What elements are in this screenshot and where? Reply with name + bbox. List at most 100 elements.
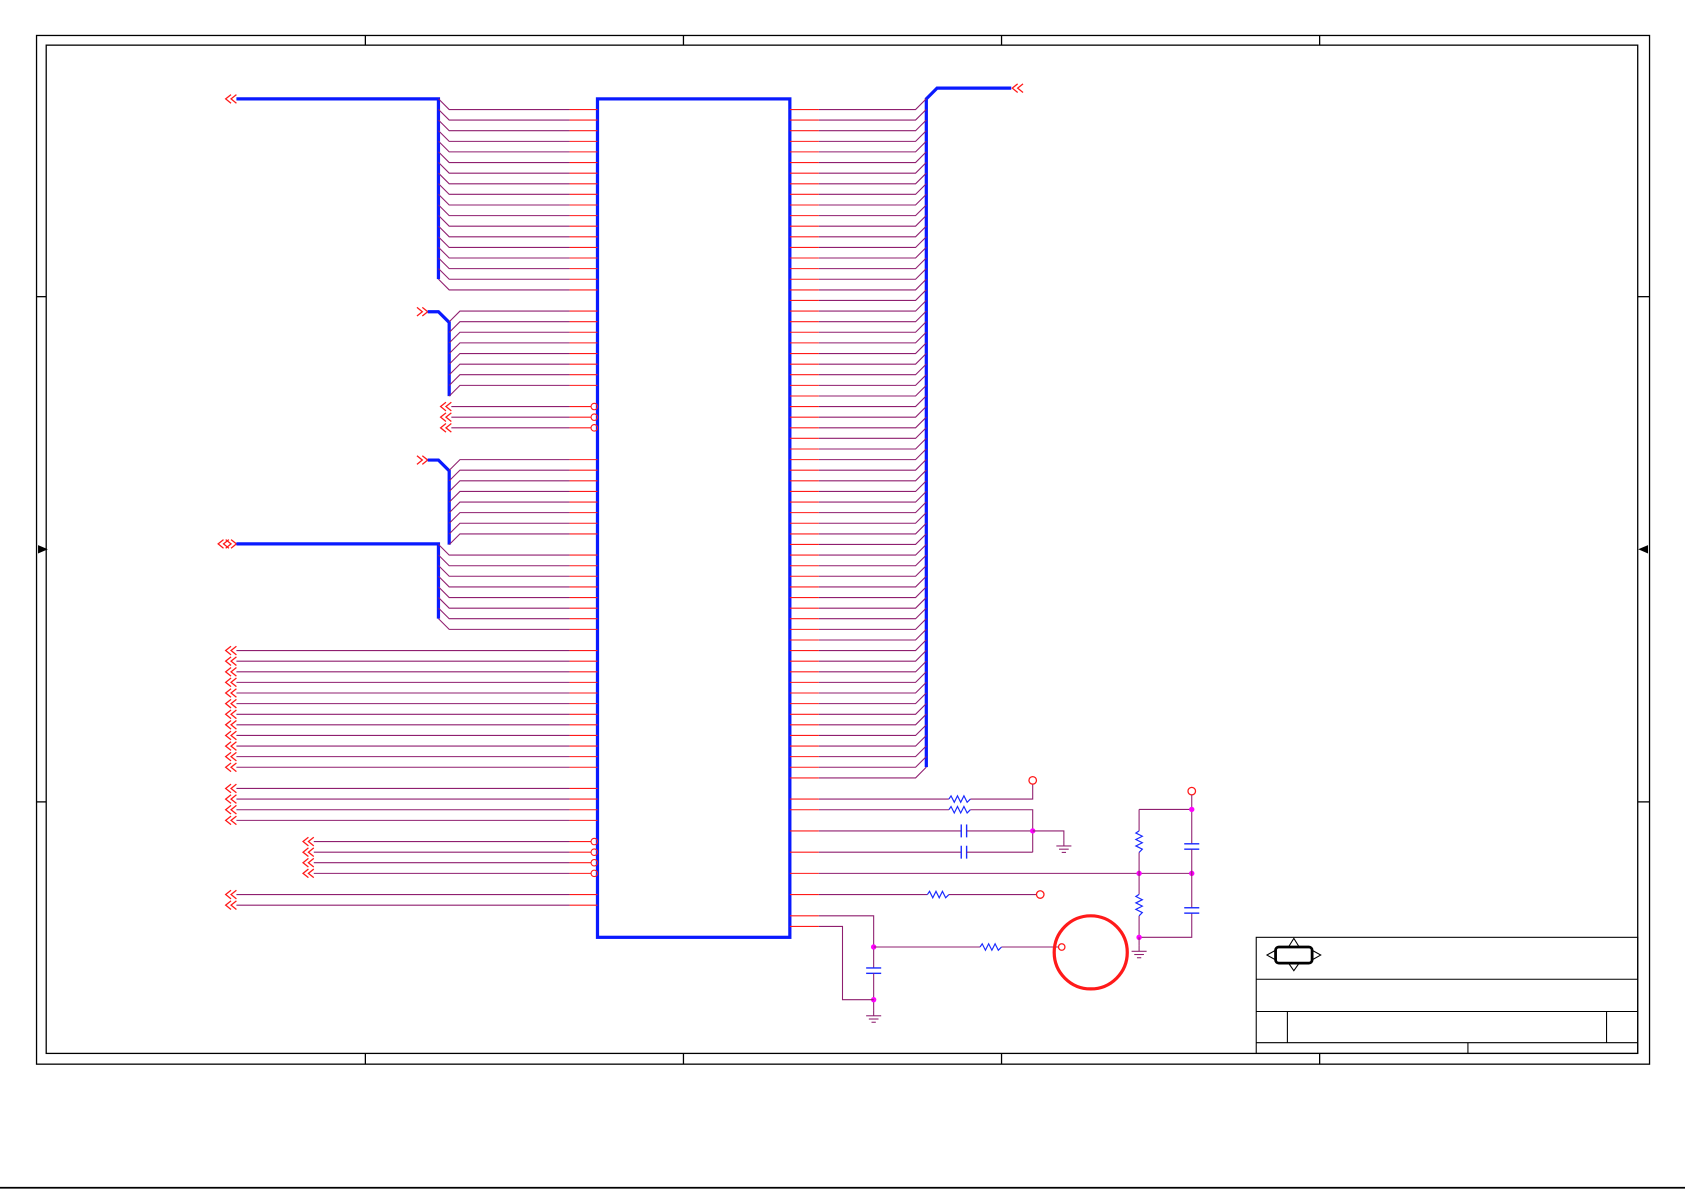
bus-entry-wire — [818, 543, 927, 556]
off-page-connector — [416, 455, 429, 465]
off-page-connector — [224, 794, 237, 804]
bus-entry-wire — [818, 130, 927, 142]
bus-entry-wire — [818, 183, 927, 195]
drawing-border — [0, 34, 1685, 1189]
bus-entry-wire — [448, 490, 570, 503]
off-page-connector — [224, 804, 237, 815]
bus-entry-wire — [438, 162, 570, 174]
off-page-connector — [224, 656, 237, 666]
bus-entry-wire — [448, 310, 570, 323]
resistor-symbol — [926, 889, 950, 900]
bus-line — [924, 86, 1012, 768]
bus-entry-wire — [438, 246, 570, 259]
off-page-connector — [225, 539, 238, 549]
bus-entry-wire — [818, 469, 927, 482]
bus-entry-wire — [818, 734, 927, 747]
bus-entry-wire — [448, 384, 570, 397]
net-wire — [818, 925, 874, 1001]
resistor-symbol — [979, 942, 1002, 952]
bus-entry-wire — [818, 639, 927, 652]
inner-frame — [45, 44, 1639, 1055]
bus-entry-wire — [438, 268, 570, 280]
schematic-sheet — [0, 34, 1685, 1189]
bus-line — [236, 542, 441, 619]
bus-entry-wire — [448, 321, 570, 333]
bus-line — [427, 458, 451, 545]
bus-entry-wire — [818, 162, 927, 174]
bus-entry-wire — [438, 215, 570, 227]
bus-entry-wire — [448, 342, 570, 355]
bus-entry-wire — [818, 225, 927, 238]
bus-entry-wire — [818, 437, 927, 450]
bus-entry-wire — [438, 108, 570, 121]
bus-entry-wire — [818, 681, 927, 694]
junction-dot — [1189, 806, 1195, 813]
net-wire — [1138, 913, 1193, 938]
bus-entry-wire — [818, 427, 927, 439]
power-pin — [1187, 786, 1197, 796]
bus-entry-wire — [448, 469, 570, 482]
bus-entry-wire — [438, 597, 570, 609]
bus-entry-wire — [448, 353, 570, 365]
off-page-connector — [224, 698, 237, 709]
bus-entry-wire — [818, 650, 927, 662]
bus-entry-wire — [818, 724, 927, 736]
ic-body — [595, 97, 792, 939]
bus-line — [236, 97, 441, 280]
bus-entry-wire — [818, 692, 927, 705]
bus-entry-wire — [438, 278, 570, 291]
bus-entry-wire — [438, 151, 570, 164]
bus-entry-wire — [818, 745, 927, 758]
off-page-connector — [302, 857, 315, 868]
bus-entry-wire — [438, 236, 570, 248]
bus-entry-wire — [438, 193, 570, 206]
bus-entry-wire — [818, 490, 927, 503]
bus-entry-wire — [438, 554, 570, 567]
bus-entry-wire — [818, 395, 927, 408]
bus-entry-wire — [818, 98, 927, 111]
net-wire — [818, 915, 875, 968]
off-page-connector — [224, 720, 237, 730]
bus-entry-wire — [438, 204, 570, 217]
bus-entry-wire — [818, 586, 927, 599]
bus-entry-wire — [818, 310, 927, 323]
bus-entry-wire — [818, 384, 927, 397]
off-page-connector — [224, 677, 237, 688]
bus-entry-wire — [448, 331, 570, 344]
bus-entry-wire — [438, 543, 570, 556]
off-page-connector — [224, 900, 237, 910]
off-page-connector — [302, 868, 315, 879]
bus-entry-wire — [438, 140, 570, 153]
center-arrow-right — [1638, 545, 1649, 554]
off-page-connector — [224, 889, 237, 900]
bus-entry-wire — [818, 278, 927, 291]
resistor-symbol — [1134, 830, 1144, 853]
bus-entry-wire — [438, 618, 570, 630]
bus-entry-wire — [448, 374, 570, 386]
bus-entry-wire — [438, 225, 570, 238]
bus-entry-wire — [818, 756, 927, 768]
bus-entry-wire — [818, 289, 927, 301]
bus-entry-wire — [438, 565, 570, 577]
bus-entry-wire — [438, 98, 570, 111]
off-page-connector — [224, 94, 237, 104]
off-page-connector — [224, 815, 237, 826]
bus-entry-wire — [818, 321, 927, 333]
bus-entry-wire — [448, 480, 570, 492]
off-page-connector — [439, 412, 452, 422]
off-page-connector — [416, 306, 429, 317]
bus-entry-wire — [818, 703, 927, 715]
bus-entry-wire — [818, 501, 927, 514]
center-arrow-left — [38, 545, 48, 554]
bus-entry-wire — [818, 257, 927, 270]
bus-entry-wire — [818, 660, 927, 673]
bus-entry-wire — [438, 607, 570, 620]
bus-entry-wire — [818, 671, 927, 683]
off-page-connector — [302, 847, 315, 857]
bus-entry-wire — [438, 575, 570, 588]
net-wire — [1032, 830, 1065, 841]
battery-cell-symbol — [1052, 914, 1129, 991]
resistor-symbol — [1134, 893, 1144, 917]
bus-entry-wire — [818, 628, 927, 641]
bus-entry-wire — [818, 215, 927, 227]
